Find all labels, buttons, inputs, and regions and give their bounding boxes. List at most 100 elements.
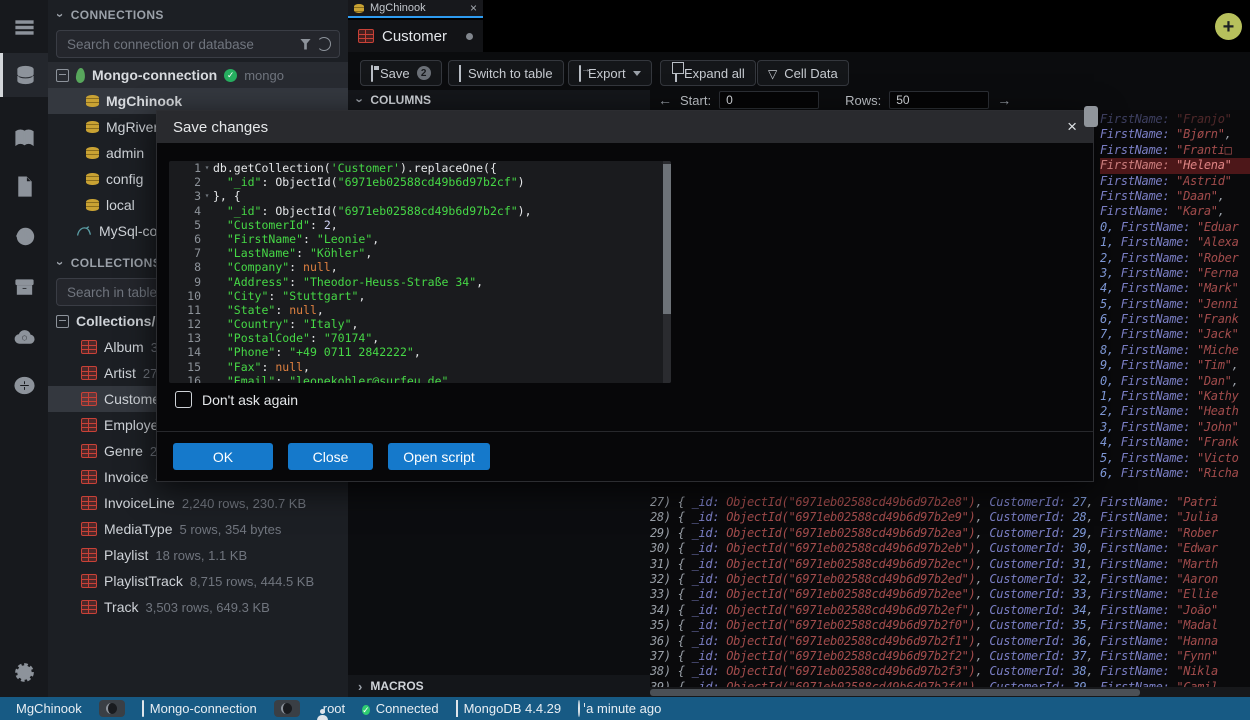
statusbar-item-root[interactable]: root <box>317 701 345 716</box>
cell-data-button[interactable]: ▽ Cell Data <box>757 60 849 86</box>
grid-row-fragment[interactable]: 4, FirstName: "Mark" <box>1100 281 1250 296</box>
grid-row-fragment[interactable]: FirstName: "Kara", <box>1100 204 1250 219</box>
new-connection-button[interactable]: + <box>1215 13 1242 40</box>
statusbar-item[interactable] <box>274 700 300 717</box>
collection-item-invoiceline[interactable]: InvoiceLine 2,240 rows, 230.7 KB <box>48 490 348 516</box>
book-icon[interactable] <box>0 121 48 155</box>
archive-icon[interactable] <box>0 270 48 304</box>
history-icon[interactable] <box>0 219 48 253</box>
rows-input[interactable] <box>889 91 989 109</box>
editor-scrollbar-thumb[interactable] <box>663 164 671 314</box>
grid-row[interactable]: 31) { _id: ObjectId("6971eb02588cd49b6d9… <box>650 557 1250 572</box>
menu-icon[interactable] <box>0 10 48 44</box>
collection-item-playlisttrack[interactable]: PlaylistTrack 8,715 rows, 444.5 KB <box>48 568 348 594</box>
statusbar-item-mgchinook[interactable]: MgChinook <box>10 701 82 716</box>
grid-row[interactable]: 28) { _id: ObjectId("6971eb02588cd49b6d9… <box>650 510 1250 525</box>
file-icon[interactable] <box>0 169 48 203</box>
grid-row-fragment[interactable]: 8, FirstName: "Miche <box>1100 343 1250 358</box>
connections-header[interactable]: › CONNECTIONS <box>48 4 348 26</box>
prev-page-icon[interactable]: ← <box>658 92 672 108</box>
statusbar-item[interactable] <box>99 700 125 717</box>
grid-row[interactable]: 34) { _id: ObjectId("6971eb02588cd49b6d9… <box>650 603 1250 618</box>
collection-item-track[interactable]: Track 3,503 rows, 649.3 KB <box>48 594 348 620</box>
sidebar-item-mongo-connection[interactable]: Mongo-connection ✓ mongo <box>48 62 348 88</box>
grid-row[interactable]: 27) { _id: ObjectId("6971eb02588cd49b6d9… <box>650 495 1250 510</box>
save-button[interactable]: Save2 <box>360 60 442 86</box>
close-button[interactable]: Close <box>288 443 373 470</box>
fold-icon[interactable]: ▾ <box>201 161 213 175</box>
grid-row-fragment[interactable]: FirstName: "Bjørn", <box>1100 127 1250 142</box>
version-icon <box>456 701 458 716</box>
close-icon[interactable]: × <box>1067 117 1077 137</box>
ok-button[interactable]: OK <box>173 443 273 470</box>
macros-panel-header[interactable]: › MACROS <box>348 675 650 697</box>
close-icon[interactable]: × <box>470 1 477 15</box>
grid-row-fragment[interactable]: FirstName: "Helena" <box>1100 158 1250 173</box>
grid-row-fragment[interactable]: 6, FirstName: "Frank <box>1100 312 1250 327</box>
tab-customer[interactable]: Customer <box>348 20 483 52</box>
scrollbar-thumb[interactable] <box>650 689 1140 696</box>
grid-row-fragment[interactable]: 9, FirstName: "Tim", <box>1100 358 1250 373</box>
grid-row[interactable]: 35) { _id: ObjectId("6971eb02588cd49b6d9… <box>650 618 1250 633</box>
collapse-icon[interactable] <box>56 69 69 82</box>
collapse-icon[interactable] <box>56 315 69 328</box>
script-editor[interactable]: 1 ▾db.getCollection('Customer').replaceO… <box>169 161 671 383</box>
columns-header-label: COLUMNS <box>370 93 431 107</box>
grid-row[interactable]: 32) { _id: ObjectId("6971eb02588cd49b6d9… <box>650 572 1250 587</box>
switch-to-table-button[interactable]: Switch to table <box>448 60 564 86</box>
grid-row-fragment[interactable]: FirstName: "Daan", <box>1100 189 1250 204</box>
dont-ask-again-option[interactable]: Don't ask again <box>175 391 298 408</box>
statusbar-item-a-minute-ago[interactable]: a minute ago <box>578 701 661 716</box>
expand-all-button[interactable]: Expand all <box>660 60 756 86</box>
statusbar-item-connected[interactable]: ✓Connected <box>362 701 438 717</box>
statusbar-item-mongo-connection[interactable]: Mongo-connection <box>142 701 257 716</box>
checkbox[interactable] <box>175 391 192 408</box>
connection-search[interactable] <box>56 30 340 58</box>
grid-row-fragment[interactable]: FirstName: "Franjo" <box>1100 112 1250 127</box>
grid-row-fragment[interactable]: 6, FirstName: "Richa <box>1100 466 1250 481</box>
line-number: 13 <box>169 331 201 345</box>
columns-panel-header[interactable]: › COLUMNS <box>348 90 650 110</box>
grid-row-fragment[interactable]: FirstName: "Franti□ <box>1100 143 1250 158</box>
editor-scrollbar[interactable] <box>663 161 671 383</box>
grid-row[interactable]: 33) { _id: ObjectId("6971eb02588cd49b6d9… <box>650 587 1250 602</box>
fold-icon[interactable]: ▾ <box>201 189 213 203</box>
next-page-icon[interactable]: → <box>997 92 1011 108</box>
grid-row-fragment[interactable]: 3, FirstName: "John" <box>1100 420 1250 435</box>
tab-group-mgchinook[interactable]: MgChinook × <box>348 0 483 18</box>
collection-item-mediatype[interactable]: MediaType 5 rows, 354 bytes <box>48 516 348 542</box>
grid-row[interactable]: 29) { _id: ObjectId("6971eb02588cd49b6d9… <box>650 526 1250 541</box>
grid-row-fragment[interactable]: 1, FirstName: "Kathy <box>1100 389 1250 404</box>
filter-icon[interactable] <box>300 39 311 50</box>
grid-row-fragment[interactable]: 5, FirstName: "Jenni <box>1100 297 1250 312</box>
grid-row-fragment[interactable]: 2, FirstName: "Heath <box>1100 404 1250 419</box>
database-label: local <box>106 197 135 213</box>
grid-row-fragment[interactable]: 7, FirstName: "Jack" <box>1100 327 1250 342</box>
grid-row[interactable]: 38) { _id: ObjectId("6971eb02588cd49b6d9… <box>650 664 1250 679</box>
grid-row[interactable]: 39) { _id: ObjectId("6971eb02588cd49b6d9… <box>650 680 1250 687</box>
grid-row-fragment[interactable]: 0, FirstName: "Eduar <box>1100 220 1250 235</box>
grid-row-fragment[interactable]: 1, FirstName: "Alexa <box>1100 235 1250 250</box>
plus-circle-icon[interactable] <box>0 368 48 402</box>
connection-search-input[interactable] <box>65 36 294 53</box>
open-script-button[interactable]: Open script <box>388 443 490 470</box>
vertical-scrollbar-thumb[interactable] <box>1084 106 1098 127</box>
grid-row-fragment[interactable]: 5, FirstName: "Victo <box>1100 451 1250 466</box>
horizontal-scrollbar[interactable] <box>650 687 1250 697</box>
database-icon[interactable] <box>0 53 48 97</box>
grid-row-fragment[interactable]: FirstName: "Astrid" <box>1100 174 1250 189</box>
grid-row[interactable]: 30) { _id: ObjectId("6971eb02588cd49b6d9… <box>650 541 1250 556</box>
grid-row-fragment[interactable]: 3, FirstName: "Ferna <box>1100 266 1250 281</box>
grid-row-fragment[interactable]: 2, FirstName: "Rober <box>1100 251 1250 266</box>
collection-item-playlist[interactable]: Playlist 18 rows, 1.1 KB <box>48 542 348 568</box>
gear-icon[interactable] <box>0 655 48 689</box>
export-button[interactable]: Export <box>568 60 652 86</box>
grid-row-fragment[interactable]: 4, FirstName: "Frank <box>1100 435 1250 450</box>
cloud-search-icon[interactable] <box>0 320 48 354</box>
refresh-icon[interactable] <box>317 37 331 51</box>
grid-row[interactable]: 37) { _id: ObjectId("6971eb02588cd49b6d9… <box>650 649 1250 664</box>
grid-row[interactable]: 36) { _id: ObjectId("6971eb02588cd49b6d9… <box>650 634 1250 649</box>
statusbar-item-mongodb-4-4-29[interactable]: MongoDB 4.4.29 <box>456 701 562 716</box>
start-input[interactable] <box>719 91 819 109</box>
grid-row-fragment[interactable]: 0, FirstName: "Dan", <box>1100 374 1250 389</box>
